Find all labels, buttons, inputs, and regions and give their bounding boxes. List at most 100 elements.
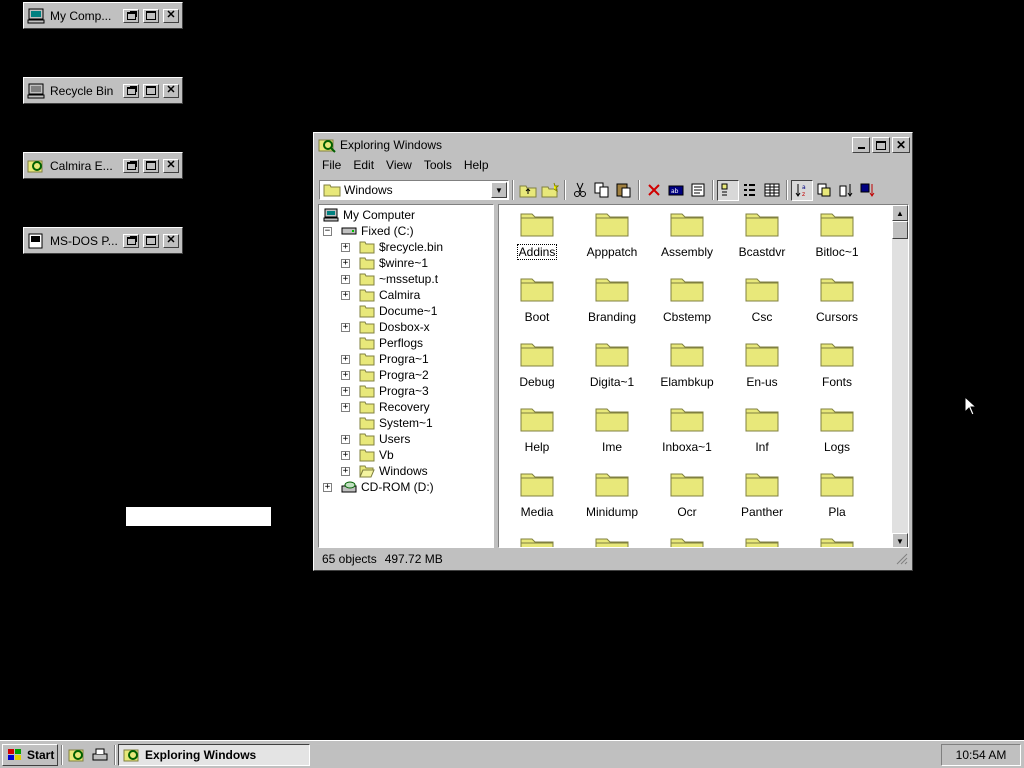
file-item[interactable]: Inf xyxy=(725,400,799,460)
maximize-button[interactable] xyxy=(143,233,159,248)
menu-item-tools[interactable]: Tools xyxy=(418,158,458,172)
file-item[interactable]: Branding xyxy=(575,270,649,330)
file-item[interactable]: Debug xyxy=(500,335,574,395)
collapse-icon[interactable]: − xyxy=(323,227,332,236)
file-item[interactable]: Ime xyxy=(575,400,649,460)
expand-icon[interactable]: + xyxy=(341,291,350,300)
paste-button[interactable] xyxy=(613,180,635,201)
tree-item-folder[interactable]: Users xyxy=(359,431,410,447)
tree-item-folder[interactable]: Calmira xyxy=(359,287,420,303)
location-dropdown[interactable]: Windows ▼ xyxy=(319,180,509,200)
expand-icon[interactable]: + xyxy=(341,275,350,284)
file-item[interactable]: Panther xyxy=(725,465,799,525)
file-item[interactable] xyxy=(500,530,574,547)
expand-icon[interactable]: + xyxy=(341,243,350,252)
chevron-down-icon[interactable]: ▼ xyxy=(491,182,507,198)
minimized-window[interactable]: Recycle Bin ✕ xyxy=(23,77,183,104)
minimized-window[interactable]: Calmira E... ✕ xyxy=(23,152,183,179)
close-button[interactable]: ✕ xyxy=(163,233,179,248)
details-button[interactable] xyxy=(761,180,783,201)
expand-icon[interactable]: + xyxy=(341,403,350,412)
close-button[interactable]: ✕ xyxy=(163,158,179,173)
title-bar[interactable]: Exploring Windows ✕ xyxy=(316,135,910,155)
close-button[interactable]: ✕ xyxy=(163,8,179,23)
restore-button[interactable] xyxy=(123,8,139,23)
quick-launch-printer[interactable] xyxy=(90,746,110,764)
file-item[interactable]: En-us xyxy=(725,335,799,395)
maximize-button[interactable] xyxy=(872,137,890,153)
file-item[interactable]: Fonts xyxy=(800,335,874,395)
file-item[interactable]: Pla xyxy=(800,465,874,525)
tree-item-folder[interactable]: ~mssetup.t xyxy=(359,271,438,287)
file-item[interactable]: Inboxa~1 xyxy=(650,400,724,460)
tree-item-my-computer[interactable]: My Computer xyxy=(323,207,415,223)
file-item[interactable]: Logs xyxy=(800,400,874,460)
maximize-button[interactable] xyxy=(143,158,159,173)
up-folder-button[interactable] xyxy=(517,180,539,201)
file-item[interactable]: Help xyxy=(500,400,574,460)
file-item[interactable]: Media xyxy=(500,465,574,525)
delete-button[interactable] xyxy=(643,180,665,201)
tree-item-folder[interactable]: $recycle.bin xyxy=(359,239,443,255)
small-icons-button[interactable] xyxy=(739,180,761,201)
file-item[interactable]: Elambkup xyxy=(650,335,724,395)
folder-tree[interactable]: My Computer − Fixed (C:) + $recycle.bin + $win… xyxy=(318,204,494,548)
tree-item-folder[interactable]: Progra~3 xyxy=(359,383,429,399)
expand-icon[interactable]: + xyxy=(341,387,350,396)
file-item[interactable] xyxy=(725,530,799,547)
cut-button[interactable] xyxy=(569,180,591,201)
tree-item-folder[interactable]: System~1 xyxy=(359,415,433,431)
file-item[interactable]: Apppatch xyxy=(575,205,649,265)
copy-button[interactable] xyxy=(591,180,613,201)
scroll-thumb[interactable] xyxy=(892,221,908,239)
maximize-button[interactable] xyxy=(143,8,159,23)
quick-launch-explorer[interactable] xyxy=(67,746,87,764)
restore-button[interactable] xyxy=(123,83,139,98)
sort-size-button[interactable] xyxy=(835,180,857,201)
file-item[interactable]: Cursors xyxy=(800,270,874,330)
rename-button[interactable]: ab xyxy=(665,180,687,201)
maximize-button[interactable] xyxy=(143,83,159,98)
tree-item-cdrom[interactable]: CD-ROM (D:) xyxy=(341,479,434,495)
expand-icon[interactable]: + xyxy=(341,467,350,476)
menu-item-help[interactable]: Help xyxy=(458,158,495,172)
tree-item-folder[interactable]: Progra~1 xyxy=(359,351,429,367)
tree-item-folder[interactable]: Windows xyxy=(359,463,428,479)
resize-grip-icon[interactable] xyxy=(896,553,908,565)
expand-icon[interactable]: + xyxy=(341,355,350,364)
task-exploring-windows[interactable]: Exploring Windows xyxy=(118,744,310,766)
expand-icon[interactable]: + xyxy=(341,259,350,268)
tree-item-folder[interactable]: $winre~1 xyxy=(359,255,428,271)
vertical-scrollbar[interactable]: ▲ ▼ xyxy=(892,205,908,547)
tree-item-folder[interactable]: Vb xyxy=(359,447,394,463)
tree-item-folder[interactable]: Recovery xyxy=(359,399,430,415)
tree-item-folder[interactable]: Docume~1 xyxy=(359,303,437,319)
expand-icon[interactable]: + xyxy=(341,323,350,332)
minimized-window[interactable]: MS-DOS P... ✕ xyxy=(23,227,183,254)
start-button[interactable]: Start xyxy=(2,744,58,766)
expand-icon[interactable]: + xyxy=(341,451,350,460)
restore-button[interactable] xyxy=(123,158,139,173)
file-item[interactable]: Addins xyxy=(500,205,574,265)
large-icons-button[interactable] xyxy=(717,179,739,201)
file-item[interactable]: Cbstemp xyxy=(650,270,724,330)
file-item[interactable]: Digita~1 xyxy=(575,335,649,395)
scroll-down-button[interactable]: ▼ xyxy=(892,533,908,547)
menu-item-file[interactable]: File xyxy=(316,158,347,172)
file-item[interactable] xyxy=(800,530,874,547)
tree-item-folder[interactable]: Dosbox-x xyxy=(359,319,430,335)
file-item[interactable]: Csc xyxy=(725,270,799,330)
file-item[interactable]: Boot xyxy=(500,270,574,330)
expand-icon[interactable]: + xyxy=(341,435,350,444)
scroll-up-button[interactable]: ▲ xyxy=(892,205,908,221)
file-item[interactable]: Assembly xyxy=(650,205,724,265)
tree-item-drive-c[interactable]: Fixed (C:) xyxy=(341,223,414,239)
file-item[interactable]: Minidump xyxy=(575,465,649,525)
close-button[interactable]: ✕ xyxy=(163,83,179,98)
expand-icon[interactable]: + xyxy=(323,483,332,492)
menu-item-view[interactable]: View xyxy=(380,158,418,172)
file-item[interactable] xyxy=(575,530,649,547)
sort-name-button[interactable]: az xyxy=(791,179,813,201)
minimize-button[interactable] xyxy=(852,137,870,153)
minimized-window[interactable]: My Comp... ✕ xyxy=(23,2,183,29)
